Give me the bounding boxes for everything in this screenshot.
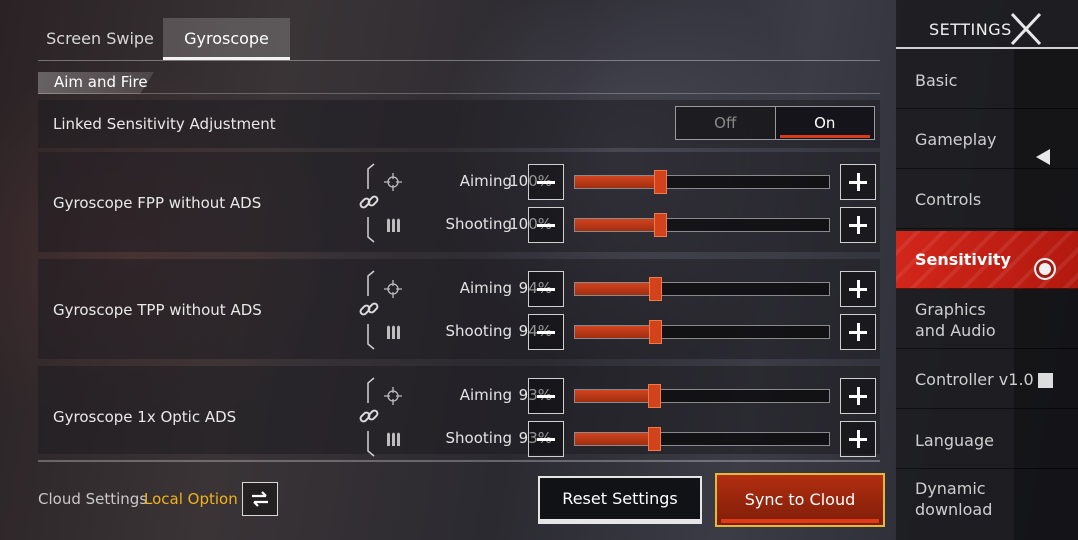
link-icon[interactable] (359, 406, 379, 426)
tab-divider (38, 60, 880, 61)
section-header-aim-fire: Aim and Fire (38, 72, 880, 94)
gyro-tpp-row: Gyroscope TPP without ADS Aiming 94% Sho… (38, 259, 880, 359)
slider-thumb[interactable] (647, 427, 661, 451)
aiming-plus-button[interactable] (840, 378, 876, 414)
swap-arrows-icon (252, 491, 268, 507)
shooting-slider[interactable] (574, 427, 830, 451)
shooting-plus-button[interactable] (840, 207, 876, 243)
aiming-slider[interactable] (574, 277, 830, 301)
slider-thumb[interactable] (648, 277, 662, 301)
shooting-plus-button[interactable] (840, 421, 876, 457)
sidebar-item-basic[interactable]: Basic (896, 51, 1078, 109)
shooting-minus-button[interactable] (528, 421, 564, 457)
aiming-control: Aiming 100% (384, 164, 880, 200)
tab-bar: Screen Swipe Gyroscope (38, 18, 880, 61)
sidebar-item-label: Language (915, 431, 994, 450)
reset-settings-button[interactable]: Reset Settings (538, 476, 702, 524)
aiming-minus-button[interactable] (528, 271, 564, 307)
shooting-control: Shooting 93% (384, 421, 880, 457)
gyro-fpp-label: Gyroscope FPP without ADS (53, 194, 262, 212)
aiming-slider[interactable] (574, 170, 830, 194)
sidebar-item-label: Basic (915, 71, 958, 90)
sidebar-title-underline (896, 47, 1078, 49)
aiming-control: Aiming 93% (384, 378, 880, 414)
square-icon (1038, 373, 1053, 388)
aiming-minus-button[interactable] (528, 378, 564, 414)
crosshair-icon (384, 387, 402, 405)
slider-fill (575, 326, 655, 338)
shooting-minus-button[interactable] (528, 207, 564, 243)
slider-thumb[interactable] (653, 170, 667, 194)
sidebar-item-label: Dynamic download (915, 479, 993, 519)
sidebar-item-label: Sensitivity (915, 250, 1011, 269)
aiming-control: Aiming 94% (384, 271, 880, 307)
link-icon[interactable] (359, 192, 379, 212)
toggle-off-option[interactable]: Off (676, 107, 775, 139)
slider-fill (575, 176, 660, 188)
crosshair-icon (384, 280, 402, 298)
toggle-on-option[interactable]: On (774, 107, 874, 139)
bullets-icon (387, 325, 400, 339)
slider-thumb[interactable] (653, 213, 667, 237)
gyro-1x-row: Gyroscope 1x Optic ADS Aiming 93% Shooti… (38, 366, 880, 457)
sidebar-item-dynamic-download[interactable]: Dynamic download (896, 471, 1078, 529)
linked-sensitivity-toggle[interactable]: Off On (675, 106, 875, 140)
close-button[interactable] (1010, 12, 1042, 46)
close-x-icon (1010, 12, 1042, 46)
linked-sensitivity-row: Linked Sensitivity Adjustment Off On (38, 100, 880, 148)
bullets-icon (387, 432, 400, 446)
shooting-slider[interactable] (574, 320, 830, 344)
linked-sensitivity-label: Linked Sensitivity Adjustment (53, 115, 276, 133)
collapse-arrow-icon[interactable] (1036, 149, 1050, 165)
shooting-plus-button[interactable] (840, 314, 876, 350)
local-option-value: Local Option (144, 490, 238, 508)
sidebar-item-label: Graphics and Audio (915, 300, 996, 340)
section-title: Aim and Fire (54, 73, 148, 91)
swap-storage-button[interactable] (242, 482, 278, 516)
bullets-icon (387, 218, 400, 232)
slider-fill (575, 283, 655, 295)
sidebar-item-graphics-audio[interactable]: Graphics and Audio (896, 291, 1078, 349)
aiming-plus-button[interactable] (840, 271, 876, 307)
list-bottom-divider (38, 460, 880, 462)
slider-thumb[interactable] (647, 384, 661, 408)
sidebar-item-label: Controller v1.0 (915, 370, 1034, 389)
sidebar-item-language[interactable]: Language (896, 411, 1078, 469)
sidebar-item-label: Gameplay (915, 130, 997, 149)
sidebar-item-label: Controls (915, 190, 982, 209)
aiming-slider[interactable] (574, 384, 830, 408)
sync-to-cloud-button[interactable]: Sync to Cloud (715, 473, 885, 527)
gyro-fpp-row: Gyroscope FPP without ADS Aiming 100% Sh… (38, 152, 880, 252)
tab-screen-swipe[interactable]: Screen Swipe (38, 18, 162, 60)
slider-fill (575, 433, 654, 445)
shooting-slider[interactable] (574, 213, 830, 237)
aiming-minus-button[interactable] (528, 164, 564, 200)
settings-title: SETTINGS (929, 20, 1012, 39)
sidebar-item-controls[interactable]: Controls (896, 171, 1078, 229)
shooting-minus-button[interactable] (528, 314, 564, 350)
slider-thumb[interactable] (648, 320, 662, 344)
cloud-settings-label: Cloud Settings (38, 490, 148, 508)
shooting-control: Shooting 100% (384, 207, 880, 243)
slider-fill (575, 219, 660, 231)
sidebar-item-sensitivity[interactable]: Sensitivity (896, 231, 1078, 289)
shooting-control: Shooting 94% (384, 314, 880, 350)
gyro-1x-label: Gyroscope 1x Optic ADS (53, 408, 237, 426)
sidebar-item-controller[interactable]: Controller v1.0 (896, 351, 1078, 409)
selected-radio-icon (1034, 258, 1056, 280)
link-icon[interactable] (359, 299, 379, 319)
tab-gyroscope[interactable]: Gyroscope (163, 18, 290, 60)
slider-fill (575, 390, 654, 402)
aiming-plus-button[interactable] (840, 164, 876, 200)
sidebar-item-gameplay[interactable]: Gameplay (896, 111, 1078, 169)
gyro-tpp-label: Gyroscope TPP without ADS (53, 301, 262, 319)
crosshair-icon (384, 173, 402, 191)
